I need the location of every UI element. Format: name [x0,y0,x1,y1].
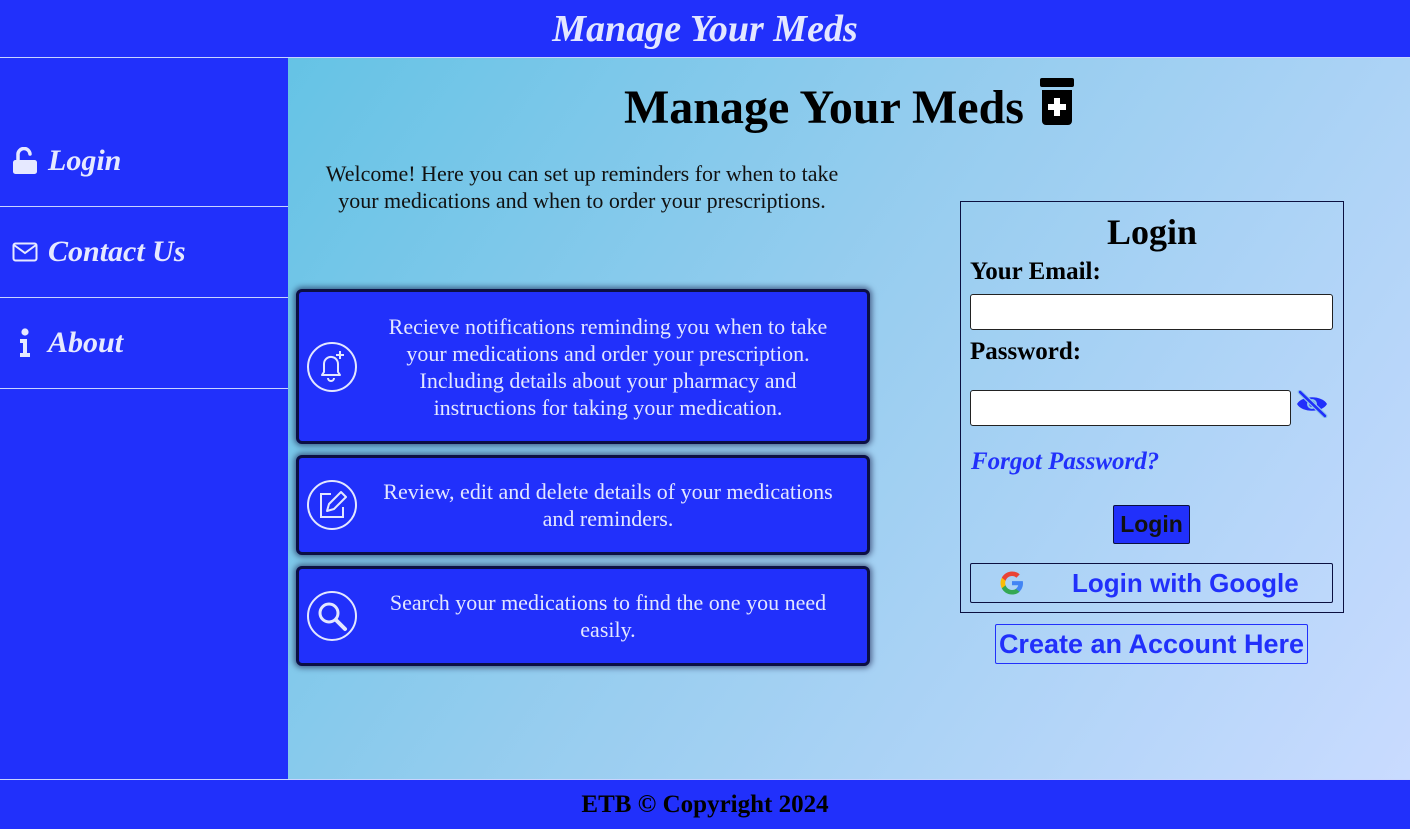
main-content: Manage Your Meds Welcome! Here you can s… [288,58,1410,779]
email-label: Your Email: [970,258,1101,285]
page-title-text: Manage Your Meds [624,80,1024,134]
feature-card-notifications: Recieve notifications reminding you when… [296,289,870,444]
feature-text: Review, edit and delete details of your … [383,479,833,531]
sidebar-item-label: Login [48,144,122,177]
app-title: Manage Your Meds [552,7,858,50]
sidebar: Login Contact Us About [0,58,288,779]
top-bar: Manage Your Meds [0,0,1410,58]
google-icon [1000,571,1024,595]
password-label: Password: [970,338,1082,365]
sidebar-item-login[interactable]: Login [0,116,288,207]
create-account-link[interactable]: Create an Account Here [995,624,1308,664]
eye-slash-icon[interactable] [1295,389,1329,419]
sidebar-item-about[interactable]: About [0,298,288,389]
prescription-bottle-icon [1039,78,1074,137]
envelope-icon [11,238,39,266]
search-icon [307,591,357,641]
google-login-button[interactable]: Login with Google [970,563,1333,603]
forgot-password-link[interactable]: Forgot Password? [971,448,1159,476]
page-title: Manage Your Meds [288,78,1410,137]
sidebar-item-label: Contact Us [48,235,186,268]
feature-text: Recieve notifications reminding you when… [388,313,828,420]
unlock-icon [11,147,39,175]
login-form: Login Your Email: Password: Forgot Passw… [960,201,1344,613]
bell-plus-icon [307,341,357,392]
email-field[interactable] [970,294,1333,330]
sidebar-item-contact-us[interactable]: Contact Us [0,207,288,298]
welcome-text: Welcome! Here you can set up reminders f… [325,161,839,213]
google-login-label: Login with Google [1072,567,1299,598]
feature-card-search: Search your medications to find the one … [296,566,870,666]
login-button[interactable]: Login [1113,505,1190,544]
sidebar-item-label: About [48,326,124,359]
login-heading: Login [1106,212,1198,252]
footer: ETB © Copyright 2024 [0,779,1410,829]
info-icon [11,328,39,357]
password-field[interactable] [970,390,1291,426]
feature-card-edit: Review, edit and delete details of your … [296,455,870,555]
copyright-text: ETB © Copyright 2024 [581,790,829,818]
feature-text: Search your medications to find the one … [389,590,827,642]
edit-icon [307,480,357,530]
